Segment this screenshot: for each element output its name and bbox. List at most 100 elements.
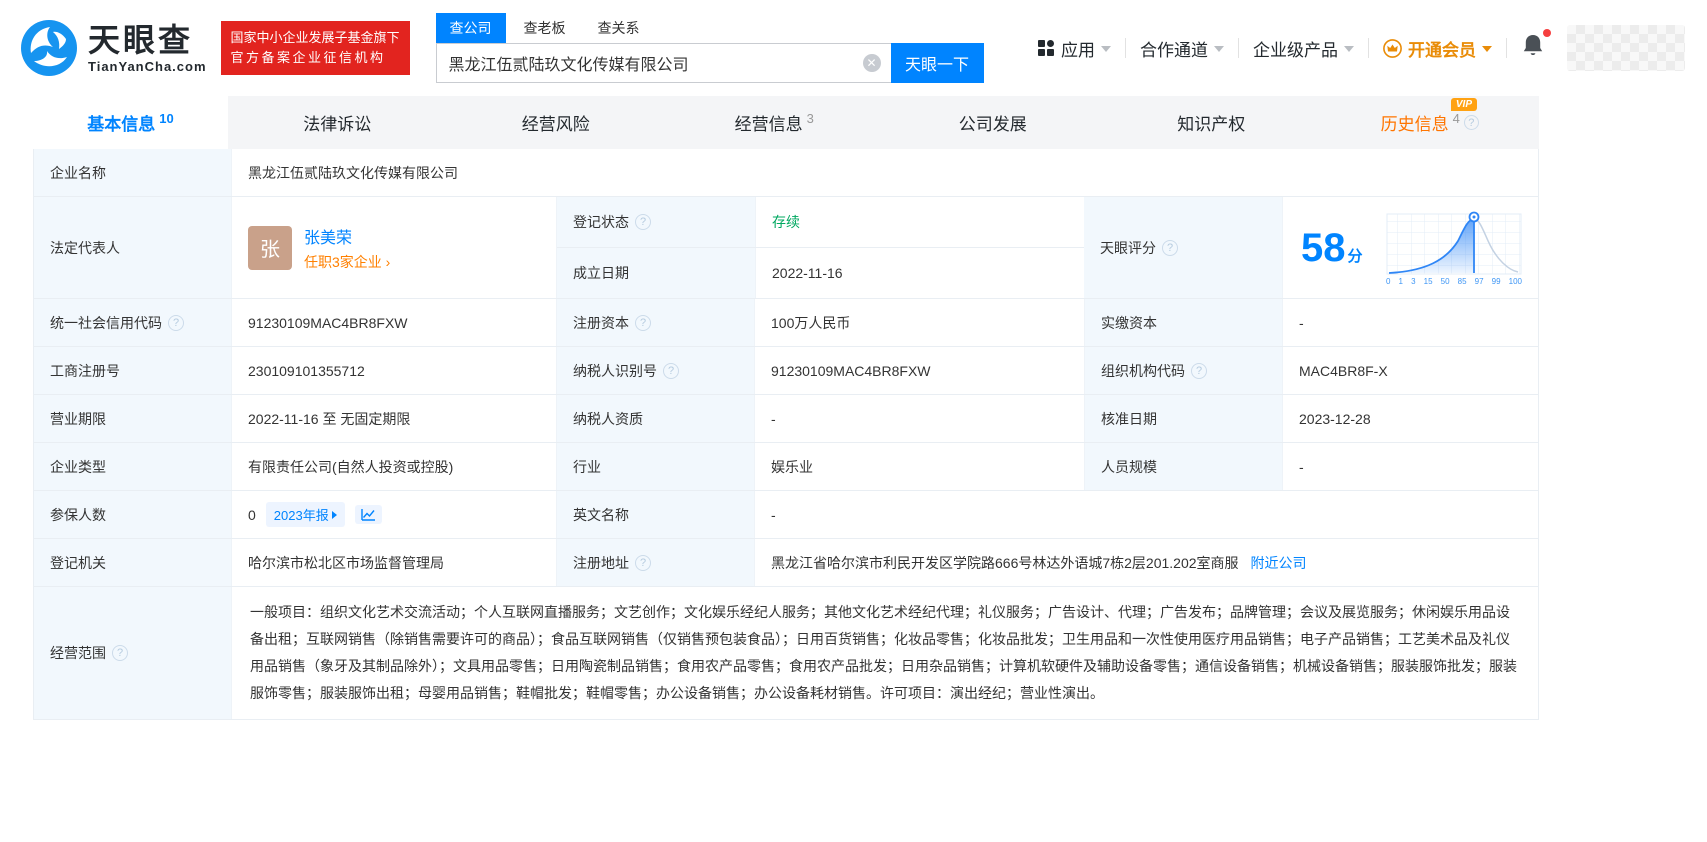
- help-icon[interactable]: [1162, 239, 1178, 256]
- field-label: 核准日期: [1101, 410, 1157, 427]
- establish-date-value: 2022-11-16: [755, 248, 1084, 298]
- help-icon[interactable]: [635, 214, 651, 230]
- search-tab-relation[interactable]: 查关系: [584, 13, 654, 43]
- tianyancha-logo[interactable]: 天眼查 TianYanCha.com: [20, 19, 207, 77]
- search-button[interactable]: 天眼一下: [890, 43, 984, 83]
- score-value-cell: 58 分 0 1 3 15 50 85 97 99 100: [1282, 197, 1538, 298]
- field-label: 营业期限: [50, 410, 106, 427]
- user-avatar-blurred[interactable]: [1567, 25, 1685, 71]
- brand-name: 天眼查: [88, 21, 194, 58]
- business-scope-value: 一般项目：组织文化艺术交流活动；个人互联网直播服务；文艺创作；文化娱乐经纪人服务…: [231, 587, 1538, 719]
- english-name-value: -: [754, 491, 1538, 538]
- insured-count-label: 参保人数: [34, 491, 231, 538]
- address-text: 黑龙江省哈尔滨市利民开发区学院路666号林达外语城7栋2层201.202室商服: [771, 554, 1239, 571]
- row-business-term: 营业期限 2022-11-16 至 无固定期限 纳税人资质 - 核准日期 202…: [34, 395, 1538, 443]
- vip-crown-icon: [1383, 38, 1402, 58]
- row-company-name: 企业名称 黑龙江伍贰陆玖文化传媒有限公司: [34, 149, 1538, 197]
- tab-company-development[interactable]: 公司发展: [884, 96, 1103, 149]
- tab-business-info[interactable]: 经营信息 3: [665, 96, 884, 149]
- section-tabs: 基本信息 10 法律诉讼 经营风险 经营信息 3 公司发展 知识产权 VIP 历…: [33, 96, 1539, 149]
- notification-dot: [1543, 28, 1551, 37]
- score-axis-ticks: 0 1 3 15 50 85 97 99 100: [1386, 276, 1522, 286]
- field-label: 企业名称: [50, 164, 106, 181]
- taxpayer-quality-label: 纳税人资质: [556, 395, 754, 442]
- row-reg-number: 工商注册号 230109101355712 纳税人识别号 91230109MAC…: [34, 347, 1538, 395]
- trend-chart-button[interactable]: [354, 505, 382, 524]
- tab-label: 经营信息: [734, 115, 803, 134]
- nav-open-membership[interactable]: 开通会员: [1369, 36, 1506, 61]
- legal-rep-avatar[interactable]: 张: [248, 225, 292, 270]
- row-legal-representative: 法定代表人 张 张美荣 任职3家企业 › 登记状态 存续: [34, 197, 1538, 299]
- nav-cooperation[interactable]: 合作通道: [1126, 36, 1238, 61]
- top-nav: 应用 合作通道 企业级产品 开通会员: [1023, 25, 1685, 71]
- help-icon[interactable]: [112, 645, 128, 661]
- score-label: 天眼评分: [1084, 197, 1282, 298]
- tab-basic-info[interactable]: 基本信息 10: [33, 96, 228, 149]
- help-icon[interactable]: [168, 314, 184, 331]
- field-label: 登记状态: [573, 214, 629, 230]
- search-tabs: 查公司 查老板 查关系: [435, 13, 984, 43]
- gov-badge-line2: 官方备案企业征信机构: [230, 50, 386, 65]
- status-date-stack: 登记状态 存续 成立日期 2022-11-16: [556, 197, 1084, 298]
- row-establish-date: 成立日期 2022-11-16: [557, 248, 1084, 298]
- chevron-down-icon: [1482, 46, 1492, 52]
- reg-status-label: 登记状态: [557, 197, 755, 247]
- field-label: 参保人数: [50, 506, 106, 523]
- business-term-label: 营业期限: [34, 395, 231, 442]
- annual-report-chip[interactable]: 2023年报: [265, 502, 345, 527]
- business-scope-label: 经营范围: [34, 587, 231, 719]
- tab-label: 法律诉讼: [303, 115, 372, 134]
- field-label: 英文名称: [573, 506, 629, 523]
- tab-history-info[interactable]: VIP 历史信息 4: [1321, 96, 1540, 149]
- field-label: 法定代表人: [50, 239, 120, 256]
- field-label: 经营范围: [50, 645, 106, 661]
- field-label: 登记机关: [50, 554, 106, 571]
- search-tab-boss[interactable]: 查老板: [510, 13, 580, 43]
- row-company-type: 企业类型 有限责任公司(自然人投资或控股) 行业 娱乐业 人员规模 -: [34, 443, 1538, 491]
- legal-rep-companies-link[interactable]: 任职3家企业 ›: [304, 252, 390, 272]
- nav-apps[interactable]: 应用: [1023, 36, 1125, 61]
- field-label: 天眼评分: [1100, 239, 1156, 256]
- help-icon[interactable]: [1191, 362, 1207, 379]
- paid-capital-value: -: [1282, 299, 1538, 346]
- line-chart-icon: [361, 509, 375, 521]
- legal-rep-name-link[interactable]: 张美荣: [304, 224, 390, 248]
- tab-intellectual-property[interactable]: 知识产权: [1102, 96, 1321, 149]
- score-bell-curve: [1386, 211, 1522, 274]
- tab-operation-risk[interactable]: 经营风险: [447, 96, 666, 149]
- field-label: 实缴资本: [1101, 314, 1157, 331]
- search-tab-company[interactable]: 查公司: [435, 13, 506, 43]
- search-row: ✕ 天眼一下: [435, 43, 984, 83]
- approval-date-label: 核准日期: [1084, 395, 1282, 442]
- tab-label: 公司发展: [958, 115, 1027, 134]
- tab-label: 知识产权: [1177, 115, 1246, 134]
- industry-label: 行业: [556, 443, 754, 490]
- field-label: 行业: [573, 458, 601, 475]
- help-icon[interactable]: [635, 554, 651, 571]
- company-info-table: 企业名称 黑龙江伍贰陆玖文化传媒有限公司 法定代表人 张 张美荣 任职3家企业 …: [33, 149, 1539, 720]
- help-icon[interactable]: [663, 362, 679, 379]
- reg-number-value: 230109101355712: [231, 347, 556, 394]
- field-label: 统一社会信用代码: [50, 314, 162, 331]
- company-name-value: 黑龙江伍贰陆玖文化传媒有限公司: [231, 149, 1538, 196]
- tab-legal-litigation[interactable]: 法律诉讼: [228, 96, 447, 149]
- search-input[interactable]: [435, 43, 891, 83]
- clear-search-icon[interactable]: ✕: [862, 54, 881, 72]
- nearby-companies-link[interactable]: 附近公司: [1251, 553, 1307, 573]
- tab-label: 经营风险: [521, 115, 590, 134]
- legal-rep-value: 张 张美荣 任职3家企业 ›: [231, 197, 556, 298]
- field-label: 注册地址: [573, 554, 629, 571]
- nav-enterprise-products[interactable]: 企业级产品: [1239, 36, 1368, 61]
- gov-badge-line1: 国家中小企业发展子基金旗下: [230, 29, 400, 45]
- notifications-button[interactable]: [1507, 28, 1559, 64]
- taxpayer-id-label: 纳税人识别号: [556, 347, 754, 394]
- company-type-label: 企业类型: [34, 443, 231, 490]
- reg-status-value: 存续: [755, 197, 1084, 247]
- help-icon[interactable]: [635, 314, 651, 331]
- reg-authority-value: 哈尔滨市松北区市场监督管理局: [231, 539, 556, 586]
- field-label: 企业类型: [50, 458, 106, 475]
- row-reg-status: 登记状态 存续: [557, 197, 1084, 248]
- help-icon[interactable]: [1463, 115, 1479, 130]
- search-area: 查公司 查老板 查关系 ✕ 天眼一下: [435, 13, 984, 83]
- company-type-value: 有限责任公司(自然人投资或控股): [231, 443, 556, 490]
